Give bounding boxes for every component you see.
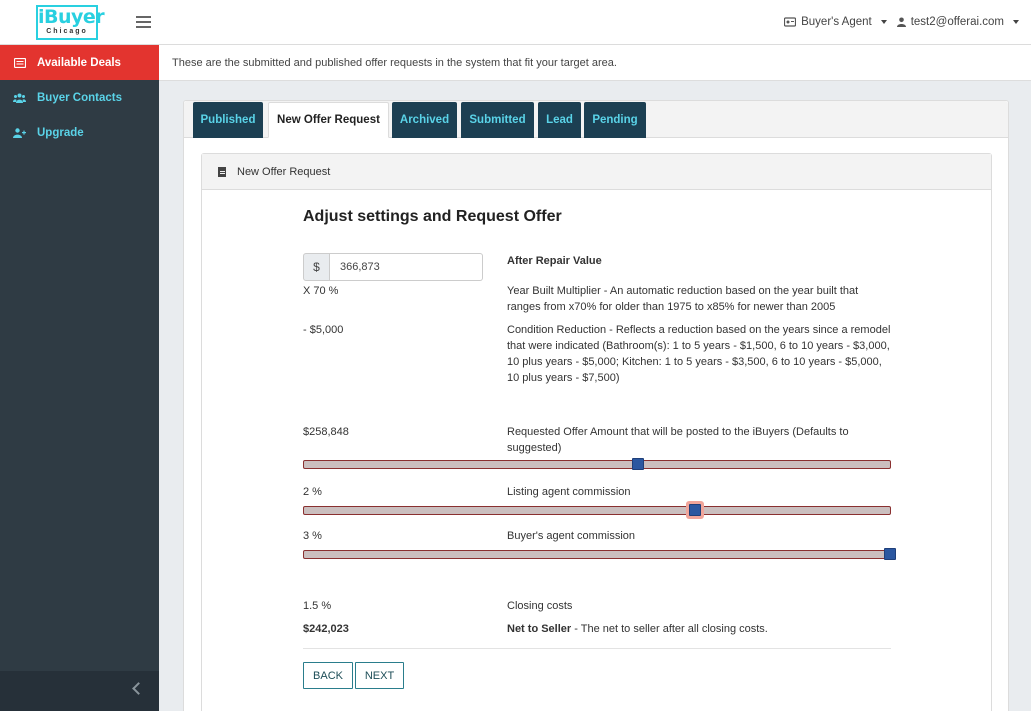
id-card-icon: [784, 17, 797, 27]
user-plus-icon: [13, 127, 26, 138]
arv-input[interactable]: [330, 253, 483, 281]
multiplier-description: Year Built Multiplier - An automatic red…: [507, 285, 859, 313]
currency-addon: $: [303, 253, 330, 281]
net-to-seller-row: Net to Seller - The net to seller after …: [507, 621, 892, 637]
sidebar-item-buyer-contacts[interactable]: Buyer Contacts: [0, 80, 159, 115]
logo[interactable]: iBuyer Chicago: [36, 5, 105, 40]
top-bar: iBuyer Chicago Buyer's Agent test2@offer…: [0, 0, 1031, 45]
offer-amount-slider-handle[interactable]: [632, 458, 645, 470]
chevron-down-icon: [880, 20, 887, 24]
back-button[interactable]: BACK: [303, 662, 353, 689]
closing-costs-label: Closing costs: [507, 600, 573, 612]
offer-amount-slider[interactable]: [303, 458, 891, 470]
sidebar-item-label: Upgrade: [37, 126, 84, 139]
chevron-left-icon[interactable]: [132, 682, 145, 695]
condition-value: - $5,000: [303, 324, 344, 336]
buyer-commission-slider[interactable]: [303, 548, 896, 560]
card-header: New Offer Request: [202, 154, 991, 190]
list-icon: [13, 57, 26, 68]
buyer-commission-slider-handle[interactable]: [884, 548, 896, 560]
sidebar-item-available-deals[interactable]: Available Deals: [0, 45, 159, 80]
listing-commission-label: Listing agent commission: [507, 486, 631, 498]
net-to-seller-value: $242,023: [303, 623, 349, 635]
arv-label: After Repair Value: [507, 255, 602, 267]
menu-toggle-icon[interactable]: [136, 16, 151, 28]
tab-archived[interactable]: Archived: [392, 102, 457, 138]
tab-pending[interactable]: Pending: [584, 102, 646, 138]
net-to-seller-label: Net to Seller: [507, 623, 572, 635]
listing-commission-slider-handle[interactable]: [688, 504, 701, 516]
card-header-title: New Offer Request: [237, 165, 331, 178]
sidebar-item-label: Available Deals: [37, 56, 121, 69]
sidebar-item-label: Buyer Contacts: [37, 91, 122, 104]
role-menu[interactable]: Buyer's Agent: [784, 16, 887, 28]
listing-commission-slider[interactable]: [303, 504, 891, 516]
closing-costs-value: 1.5 %: [303, 600, 332, 612]
info-text: These are the submitted and published of…: [159, 45, 1031, 81]
new-offer-card: New Offer Request Adjust settings and Re…: [201, 153, 992, 711]
user-icon: [896, 17, 906, 27]
tab-bar: Published New Offer Request Archived Sub…: [184, 101, 1008, 138]
multiplier-value: X 70 %: [303, 285, 339, 297]
chevron-down-icon: [1013, 20, 1019, 24]
offer-amount-description: Requested Offer Amount that will be post…: [507, 426, 849, 454]
sidebar-item-upgrade[interactable]: Upgrade: [0, 115, 159, 150]
top-right-menus: Buyer's Agent test2@offerai.com: [784, 16, 1019, 28]
user-email: test2@offerai.com: [910, 16, 1004, 28]
tab-lead[interactable]: Lead: [538, 102, 581, 138]
next-button[interactable]: NEXT: [355, 662, 404, 689]
buyer-commission-value: 3 %: [303, 530, 322, 542]
divider: [303, 648, 891, 649]
offer-amount-value: $258,848: [303, 426, 349, 438]
logo-sub: Chicago: [46, 28, 88, 35]
sidebar-footer: [0, 671, 159, 711]
arv-input-group: $: [303, 253, 483, 281]
document-icon: [218, 166, 226, 177]
condition-description: Condition Reduction - Reflects a reducti…: [507, 324, 891, 384]
tab-published[interactable]: Published: [193, 102, 263, 138]
tab-submitted[interactable]: Submitted: [461, 102, 534, 138]
tab-new-offer-request[interactable]: New Offer Request: [268, 102, 389, 138]
offers-panel: Published New Offer Request Archived Sub…: [183, 100, 1009, 711]
buyer-commission-label: Buyer's agent commission: [507, 530, 636, 542]
sidebar: Available Deals Buyer Contacts Upgrade: [0, 45, 159, 711]
net-to-seller-description: - The net to seller after all closing co…: [571, 623, 768, 635]
users-icon: [13, 93, 26, 103]
role-menu-label: Buyer's Agent: [801, 16, 872, 28]
page-title: Adjust settings and Request Offer: [303, 208, 562, 225]
logo-main: iBuyer: [38, 6, 105, 28]
listing-commission-value: 2 %: [303, 486, 322, 498]
user-menu[interactable]: test2@offerai.com: [896, 16, 1019, 28]
